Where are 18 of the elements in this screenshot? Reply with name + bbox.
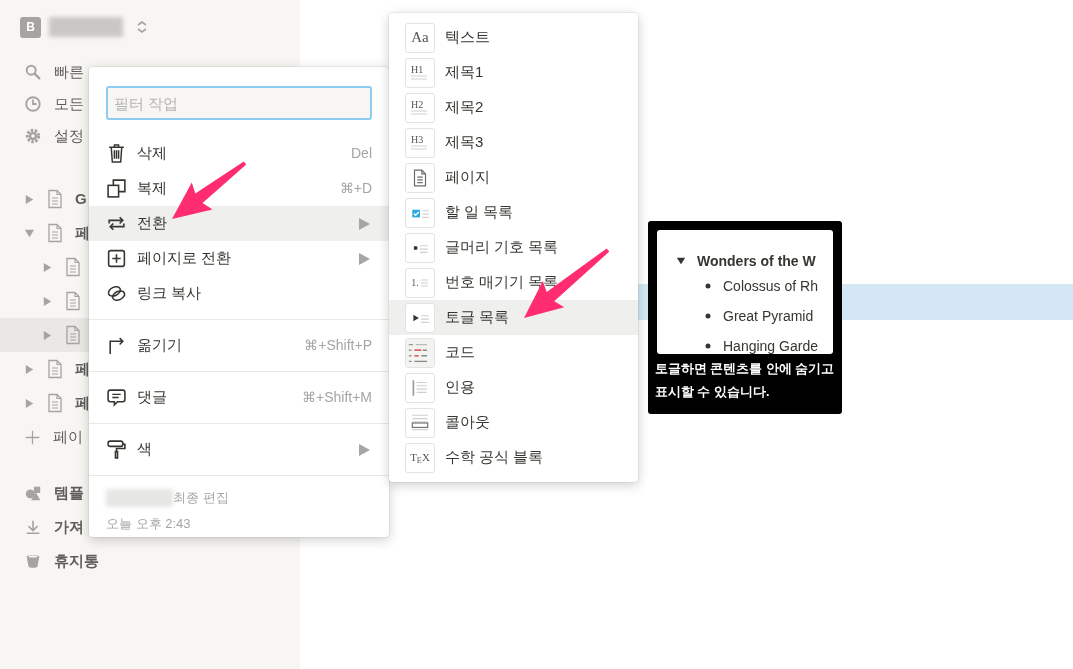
shortcut-label: Del [351,144,372,163]
edited-label: 최종 편집 [173,489,229,507]
block-type-glyph: H2 [411,99,424,110]
block-type-glyph: T$_{E}$X [410,452,430,463]
shortcut-label: ⌘+Shift+P [304,336,372,355]
toggle-heading: Wonders of the W [697,251,816,271]
block-type-glyph: 1. [411,277,419,288]
list-item-text: Hanging Garde [723,336,818,354]
workspace-badge: B [20,16,41,38]
tooltip-text: 토글하면 콘텐츠를 안에 숨기고 표시할 수 있습니다. [655,361,835,401]
list-item-text: Great Pyramid [723,306,814,326]
block-type-glyph: H3 [411,134,424,145]
block-type-glyph: H1 [411,64,424,75]
list-item-text: Colossus of Rh [723,276,818,296]
shortcut-label: ⌘+Shift+M [301,388,372,407]
block-type-glyph: Aa [411,30,429,45]
edited-time: 오늘 오후 2:43 [106,514,192,533]
shortcut-label: ⌘+D [339,179,372,198]
